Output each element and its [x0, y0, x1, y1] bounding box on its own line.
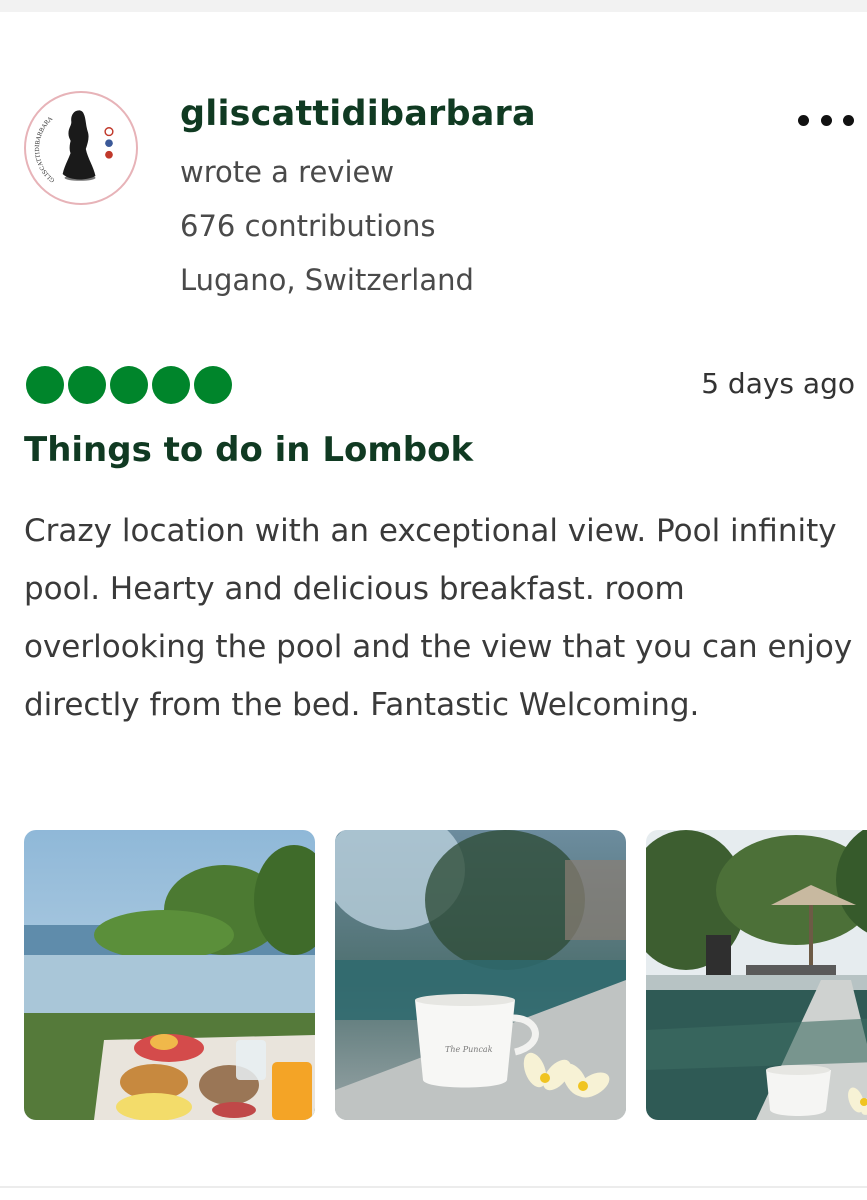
review-text: Crazy location with an exceptional view.…	[24, 513, 853, 723]
pool-walkway-image	[646, 830, 867, 1120]
top-divider	[0, 0, 867, 12]
review-title[interactable]: Things to do in Lombok	[24, 430, 473, 470]
review-photo-pool[interactable]	[646, 830, 867, 1120]
photo-carousel[interactable]: The Puncak	[24, 830, 867, 1120]
review-action-label: wrote a review	[180, 155, 395, 189]
rating-bubble-icon	[110, 366, 148, 404]
rating-bubble-icon	[26, 366, 64, 404]
review-photo-breakfast[interactable]	[24, 830, 315, 1120]
rating-bubble-icon	[152, 366, 190, 404]
review-photo-coffee[interactable]: The Puncak	[335, 830, 626, 1120]
avatar-image: GLISCATTIDIBARBARA	[34, 101, 128, 195]
more-dot	[843, 114, 854, 126]
coffee-cup-image: The Puncak	[335, 830, 626, 1120]
more-options-button[interactable]	[798, 104, 854, 136]
rating-bubble-icon	[194, 366, 232, 404]
svg-text:The Puncak: The Puncak	[445, 1045, 493, 1054]
contributions-count: 676 contributions	[180, 209, 436, 243]
avatar[interactable]: GLISCATTIDIBARBARA	[24, 91, 138, 205]
breakfast-image	[24, 830, 315, 1120]
review-date: 5 days ago	[701, 367, 855, 400]
username-link[interactable]: gliscattidibarbara	[180, 94, 536, 134]
more-dot	[820, 114, 832, 126]
bottom-divider	[0, 1186, 867, 1188]
more-horizontal-icon	[798, 114, 809, 126]
rating-bubble-icon	[68, 366, 106, 404]
rating-bubbles	[26, 366, 232, 404]
user-location: Lugano, Switzerland	[180, 263, 474, 297]
